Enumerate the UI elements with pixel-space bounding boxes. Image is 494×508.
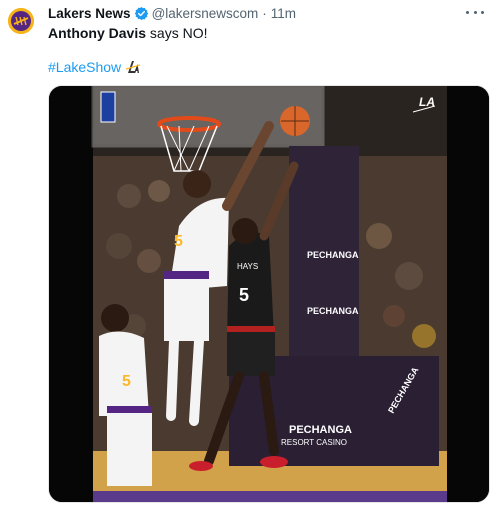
video-frame: PECHANGA PECHANGA PECHANGA RESORT CASINO… xyxy=(49,86,489,502)
lakers-logo-icon xyxy=(8,8,34,34)
tweet-text-rest: says NO! xyxy=(146,25,208,41)
author-handle[interactable]: @lakersnewscom xyxy=(152,6,259,21)
tweet-header: Lakers News @lakersnewscom · 11m xyxy=(48,4,296,22)
foreground-jersey-number: 5 xyxy=(122,373,131,390)
sign-text-1: PECHANGA xyxy=(307,250,359,260)
opponent-jersey-number: 5 xyxy=(239,285,249,305)
author-name[interactable]: Lakers News xyxy=(48,6,131,21)
avatar[interactable] xyxy=(8,8,34,34)
la-logo-icon xyxy=(126,61,141,73)
tweet-text-bold: Anthony Davis xyxy=(48,25,147,41)
lakers-jersey-number: 5 xyxy=(174,233,183,250)
separator: · xyxy=(262,5,267,21)
more-dot xyxy=(481,10,484,14)
hashtag-link[interactable]: #LakeShow xyxy=(48,58,121,76)
video-media[interactable]: PECHANGA PECHANGA PECHANGA RESORT CASINO… xyxy=(48,85,490,503)
tweet[interactable]: Lakers News @lakersnewscom · 11m Anthony… xyxy=(0,0,494,508)
sign-text-2: PECHANGA xyxy=(307,306,359,316)
opponent-name: HAYS xyxy=(237,262,258,271)
verified-badge-icon xyxy=(134,6,149,21)
more-options-button[interactable] xyxy=(466,6,484,18)
hashtag-line: #LakeShow xyxy=(48,58,141,76)
timestamp[interactable]: 11m xyxy=(271,6,296,21)
sign-sub: RESORT CASINO xyxy=(281,438,347,447)
more-dot xyxy=(473,10,477,14)
more-dot xyxy=(466,10,469,14)
sign-main: PECHANGA xyxy=(289,424,352,436)
tweet-text: Anthony Davis says NO! xyxy=(48,24,207,42)
